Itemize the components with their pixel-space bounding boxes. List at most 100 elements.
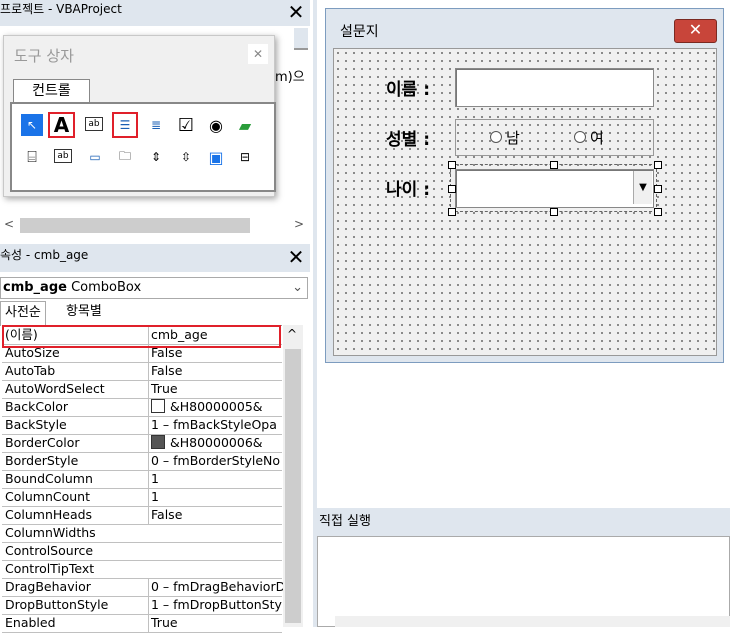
scroll-up-icon[interactable]: ^	[287, 327, 297, 341]
property-value[interactable]: True	[148, 380, 285, 398]
property-value[interactable]: 0 – fmDragBehaviorD	[148, 578, 285, 596]
gender-label[interactable]: 성별 :	[386, 125, 430, 150]
scroll-thumb[interactable]	[20, 218, 250, 233]
property-row[interactable]: AutoSize False	[2, 344, 282, 363]
property-row[interactable]: BackColor &H80000005&	[2, 398, 282, 417]
checkbox-tool-icon[interactable]: ☑	[175, 114, 197, 136]
property-row[interactable]: BackStyle 1 – fmBackStyleOpa	[2, 416, 282, 435]
property-row[interactable]: DropButtonStyle 1 – fmDropButtonSty	[2, 596, 282, 615]
object-type: ComboBox	[71, 280, 142, 295]
property-value[interactable]: 1	[148, 488, 285, 506]
property-row[interactable]: ColumnCount 1	[2, 488, 282, 507]
userform-canvas[interactable]: 이름 : 성별 : 남 여 나이 : ▼	[333, 48, 717, 356]
property-value[interactable]: False	[148, 506, 285, 524]
tab-controls[interactable]: 컨트롤	[13, 79, 90, 104]
property-value[interactable]: True	[148, 614, 285, 632]
property-name: AutoTab	[5, 363, 56, 378]
property-value[interactable]: &H80000005&	[148, 398, 285, 416]
gender-frame[interactable]: 남 여	[455, 119, 654, 156]
property-row[interactable]: ControlTipText	[2, 560, 282, 579]
resize-handle[interactable]	[448, 161, 456, 169]
property-value[interactable]: 0 – fmBorderStyleNo	[148, 452, 285, 470]
spinbutton-tool-icon[interactable]: ⇳	[175, 146, 197, 168]
scroll-thumb[interactable]	[285, 349, 301, 623]
property-value[interactable]: False	[148, 362, 285, 380]
textbox-tool-icon[interactable]: ab	[85, 117, 103, 131]
name-label[interactable]: 이름 :	[386, 75, 430, 100]
dropdown-arrow-icon[interactable]: ▼	[633, 171, 652, 204]
property-row[interactable]: AutoWordSelect True	[2, 380, 282, 399]
name-textbox[interactable]	[455, 68, 654, 107]
property-row[interactable]: (이름) cmb_age	[2, 326, 282, 345]
close-icon[interactable]: ✕	[248, 44, 268, 64]
property-name: (이름)	[5, 327, 38, 342]
tab-categorized[interactable]: 항목별	[62, 301, 106, 325]
resize-handle[interactable]	[654, 185, 662, 193]
multipage-tool-icon[interactable]: 🗀	[114, 146, 136, 168]
refedit-tool-icon[interactable]: ⊟	[234, 146, 256, 168]
male-option[interactable]: 남	[490, 127, 520, 148]
resize-handle[interactable]	[654, 161, 662, 169]
property-row[interactable]: ControlSource	[2, 542, 282, 561]
object-selector[interactable]: cmb_age ComboBox ⌄	[0, 277, 308, 299]
image-tool-icon[interactable]: ▣	[205, 146, 227, 168]
tab-alphabetic[interactable]: 사전순	[0, 301, 46, 326]
property-value[interactable]: cmb_age	[148, 326, 285, 344]
property-value[interactable]: &H80000006&	[148, 434, 285, 452]
color-swatch-icon	[151, 399, 165, 413]
immediate-hscrollbar[interactable]	[335, 616, 730, 627]
property-row[interactable]: ColumnHeads False	[2, 506, 282, 525]
property-value-text: 1 – fmDropButtonSty	[151, 597, 282, 612]
property-name: AutoWordSelect	[5, 381, 105, 396]
togglebutton-tool-icon[interactable]: ▰	[234, 114, 256, 136]
property-row[interactable]: BorderStyle 0 – fmBorderStyleNo	[2, 452, 282, 471]
userform-title: 설문지	[340, 24, 379, 40]
properties-vscrollbar[interactable]: ^	[283, 325, 303, 627]
age-combobox[interactable]: ▼	[455, 169, 654, 208]
property-row[interactable]: BoundColumn 1	[2, 470, 282, 489]
chevron-down-icon[interactable]: ⌄	[292, 278, 303, 298]
immediate-window[interactable]	[317, 536, 730, 627]
property-row[interactable]: Enabled True	[2, 614, 282, 633]
resize-handle[interactable]	[654, 208, 662, 216]
scrollbar-tool-icon[interactable]: ⇕	[145, 146, 167, 168]
property-value[interactable]: 1	[148, 470, 285, 488]
close-icon[interactable]: ✕	[674, 19, 717, 43]
select-objects-icon[interactable]: ↖	[21, 114, 43, 136]
property-name: Enabled	[5, 615, 56, 630]
female-option[interactable]: 여	[574, 127, 604, 148]
label-tool-icon[interactable]: A	[48, 112, 75, 138]
property-row[interactable]: AutoTab False	[2, 362, 282, 381]
commandbutton-tool-icon[interactable]: ab	[54, 149, 72, 163]
userform-designer[interactable]: 설문지 ✕ 이름 : 성별 : 남 여 나이 : ▼	[325, 8, 724, 363]
resize-handle[interactable]	[550, 161, 558, 169]
property-value[interactable]: False	[148, 344, 285, 362]
close-icon[interactable]: ✕	[285, 2, 307, 24]
property-row[interactable]: BorderColor &H80000006&	[2, 434, 282, 453]
property-name: BackColor	[5, 399, 68, 414]
property-value[interactable]: 1 – fmBackStyleOpa	[148, 416, 285, 434]
optionbutton-tool-icon[interactable]: ◉	[205, 114, 227, 136]
close-icon[interactable]: ✕	[285, 247, 307, 269]
property-name: ColumnHeads	[5, 507, 93, 522]
resize-handle[interactable]	[448, 208, 456, 216]
property-value-text: True	[151, 615, 178, 630]
scroll-left-icon[interactable]: <	[4, 217, 14, 231]
property-value-text: cmb_age	[151, 327, 208, 342]
property-value-text: False	[151, 345, 183, 360]
scroll-right-icon[interactable]: >	[294, 217, 304, 231]
age-label[interactable]: 나이 :	[386, 175, 430, 200]
property-row[interactable]: DragBehavior 0 – fmDragBehaviorD	[2, 578, 285, 597]
property-value[interactable]: 1 – fmDropButtonSty	[148, 596, 285, 614]
tabstrip-tool-icon[interactable]: ▭	[84, 146, 106, 168]
combobox-tool-icon[interactable]: ☰	[112, 112, 138, 138]
property-name: BoundColumn	[5, 471, 93, 486]
property-value-text: False	[151, 363, 183, 378]
project-hscrollbar[interactable]: < >	[0, 216, 310, 236]
listbox-tool-icon[interactable]: ≣	[145, 114, 167, 136]
property-row[interactable]: ColumnWidths	[2, 524, 282, 543]
resize-handle[interactable]	[550, 208, 558, 216]
resize-handle[interactable]	[448, 185, 456, 193]
frame-tool-icon[interactable]: ⌸	[21, 146, 43, 168]
property-name: BorderColor	[5, 435, 80, 450]
